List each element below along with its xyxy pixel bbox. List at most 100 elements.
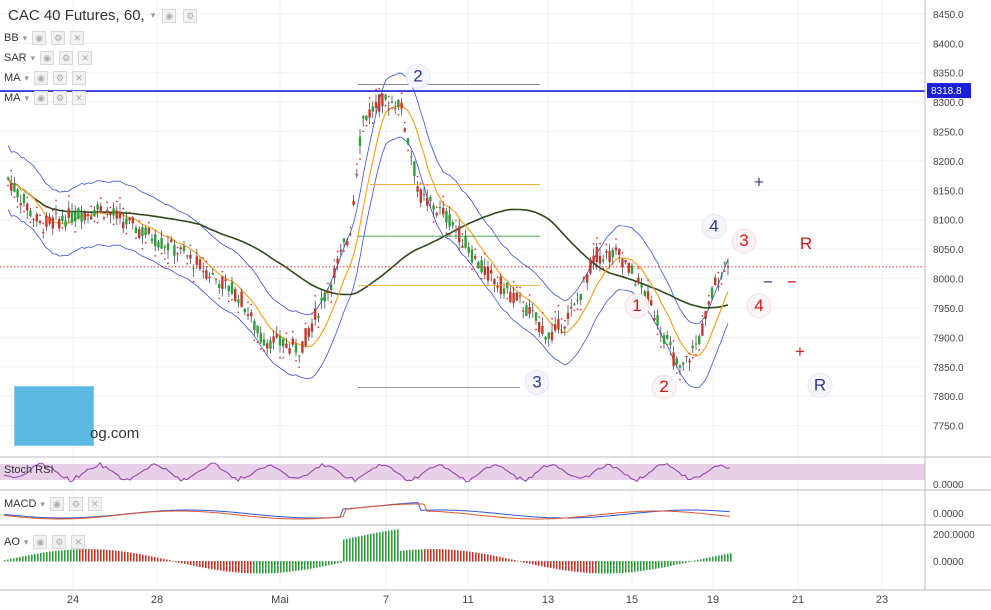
eye-icon[interactable]: ◉: [162, 8, 177, 23]
gear-icon[interactable]: ⚙: [68, 497, 83, 511]
close-icon[interactable]: ✕: [72, 71, 87, 85]
candle-body: [547, 332, 550, 339]
sar-dot: [576, 308, 579, 311]
ao-bar: [631, 561, 633, 573]
panel-header-ao[interactable]: AO ▾ ◉ ⚙ ✕: [4, 535, 86, 549]
chevron-down-icon[interactable]: ▾: [40, 499, 45, 510]
close-icon[interactable]: ✕: [78, 51, 93, 65]
candle-body: [58, 219, 61, 229]
candle-body: [64, 220, 67, 227]
ao-bar: [526, 561, 528, 564]
gear-icon[interactable]: ⚙: [183, 8, 198, 23]
chevron-down-icon[interactable]: ▾: [25, 73, 30, 84]
candle-body: [109, 213, 112, 216]
eye-icon[interactable]: ◉: [34, 71, 49, 85]
eye-icon[interactable]: ◉: [49, 497, 64, 511]
ao-bar: [190, 561, 192, 566]
chevron-down-icon[interactable]: ▾: [23, 33, 28, 44]
chevron-down-icon[interactable]: ▾: [25, 93, 30, 104]
indicator-row-ma-2[interactable]: MA ▾ ◉ ⚙ ✕: [4, 91, 87, 105]
close-icon[interactable]: ✕: [70, 31, 85, 45]
wave-label-blue: −: [763, 272, 773, 291]
candle-body: [134, 227, 138, 234]
close-icon[interactable]: ✕: [72, 91, 87, 105]
ao-bar: [565, 561, 567, 571]
candle-body: [179, 247, 182, 250]
gear-icon[interactable]: ⚙: [59, 51, 74, 65]
sar-dot: [448, 233, 451, 236]
sar-dot: [720, 283, 723, 285]
chevron-down-icon[interactable]: ▾: [24, 537, 29, 548]
ao-bar: [61, 550, 63, 562]
chevron-down-icon[interactable]: ▾: [151, 10, 156, 21]
sar-dot: [61, 227, 64, 229]
candle-body: [502, 288, 506, 295]
sar-dot: [400, 92, 403, 95]
candle-body: [291, 338, 294, 345]
candle-body: [26, 203, 29, 211]
candle-body: [157, 241, 160, 248]
ao-bar: [157, 557, 159, 562]
ao-bar: [628, 561, 630, 573]
ao-bar: [307, 561, 309, 570]
panel-header-macd[interactable]: MACD ▾ ◉ ⚙ ✕: [4, 497, 102, 511]
ao-bar: [214, 561, 216, 570]
ao-bar: [508, 558, 510, 562]
candle-body: [227, 285, 230, 292]
eye-icon[interactable]: ◉: [40, 51, 55, 65]
ao-bar: [382, 531, 384, 562]
candle-body: [634, 284, 637, 286]
sar-dot: [557, 304, 560, 307]
gear-icon[interactable]: ⚙: [52, 535, 67, 549]
sar-dot: [474, 248, 477, 251]
candle-body: [576, 300, 579, 302]
candle-body: [458, 226, 461, 243]
price-tick-label: 7750.0: [933, 422, 964, 433]
ao-bar: [127, 552, 129, 562]
gear-icon[interactable]: ⚙: [53, 91, 68, 105]
candle-body: [493, 279, 496, 285]
indicator-row-ma[interactable]: MA ▾ ◉ ⚙ ✕: [4, 71, 87, 85]
gear-icon[interactable]: ⚙: [53, 71, 68, 85]
sar-dot: [10, 169, 13, 172]
close-icon[interactable]: ✕: [71, 535, 86, 549]
sar-dot: [480, 277, 483, 280]
eye-icon[interactable]: ◉: [34, 91, 49, 105]
ao-bar: [187, 561, 189, 565]
indicator-row-bb[interactable]: BB ▾ ◉ ⚙ ✕: [4, 31, 85, 45]
candle-body: [211, 272, 214, 275]
panel-header-stoch-rsi[interactable]: Stoch RSI: [4, 464, 54, 476]
ao-bar: [226, 561, 228, 572]
candle-body: [426, 197, 429, 206]
gear-icon[interactable]: ⚙: [51, 31, 66, 45]
sar-dot: [122, 207, 125, 210]
eye-icon[interactable]: ◉: [32, 31, 47, 45]
ao-bar: [31, 554, 33, 562]
candle-body: [480, 260, 483, 273]
ma-long-line: [7, 177, 729, 309]
wave-label-red: 1: [632, 296, 641, 315]
wave-label-red: R: [800, 234, 812, 253]
ao-bar: [13, 558, 15, 562]
current-price-label: 8318.8: [931, 86, 962, 97]
cac40-chart[interactable]: 8318.8234R+−1234R+− 8450.08400.08350.083…: [0, 0, 991, 610]
candle-body: [150, 238, 154, 242]
eye-icon[interactable]: ◉: [33, 535, 48, 549]
sar-dot: [368, 97, 371, 99]
close-icon[interactable]: ✕: [87, 497, 102, 511]
candle-body: [525, 305, 528, 316]
ao-bar: [160, 558, 162, 562]
chevron-down-icon[interactable]: ▾: [31, 53, 36, 64]
candle-body: [397, 99, 400, 108]
candle-body: [256, 325, 259, 334]
candle-body: [490, 269, 493, 274]
sar-dot: [189, 244, 192, 247]
ao-bar: [637, 561, 639, 572]
ao-bar: [256, 561, 258, 574]
candle-body: [707, 301, 710, 305]
indicator-row-sar[interactable]: SAR ▾ ◉ ⚙ ✕: [4, 51, 93, 65]
candle-body: [128, 217, 131, 221]
sar-dot: [237, 311, 240, 314]
ao-bar: [241, 561, 243, 573]
sar-dot: [701, 315, 704, 317]
